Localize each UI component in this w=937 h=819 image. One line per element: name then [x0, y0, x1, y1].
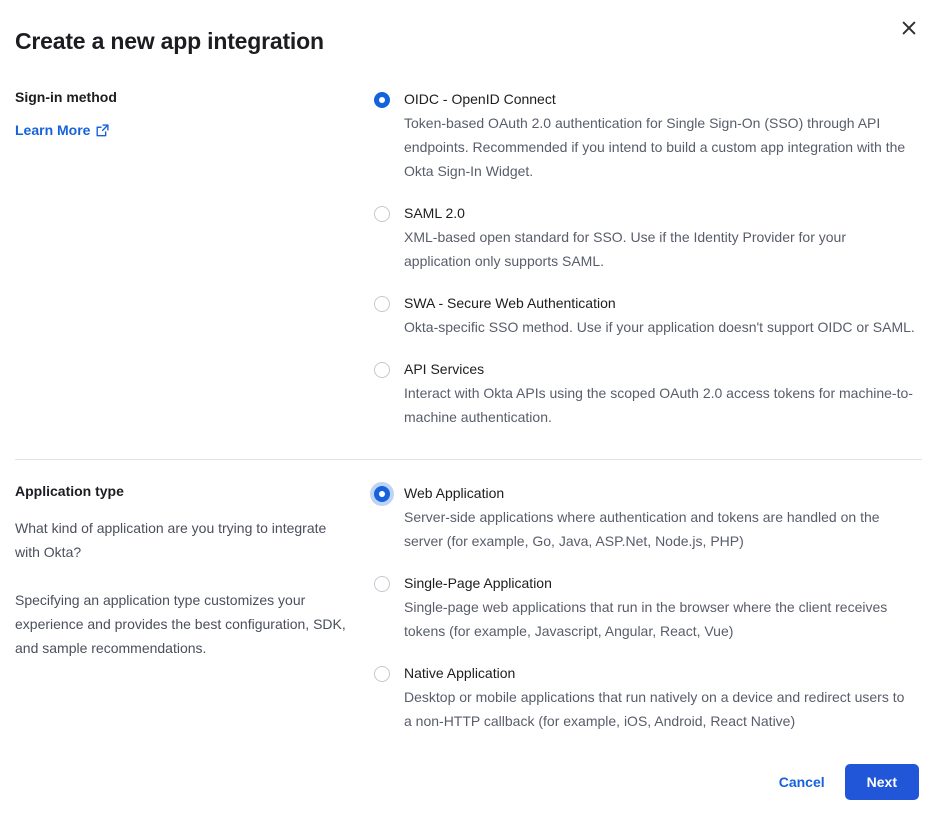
signin_method-option-title: SAML 2.0 [404, 205, 465, 221]
application-type-section: Application type What kind of applicatio… [0, 482, 937, 733]
signin_method-option[interactable]: SAML 2.0 XML-based open standard for SSO.… [374, 202, 922, 273]
signin_method-option-body: SAML 2.0 XML-based open standard for SSO.… [404, 202, 922, 273]
learn-more-link[interactable]: Learn More [15, 122, 110, 139]
application_type-radio[interactable] [374, 486, 390, 502]
application_type-option-description: Server-side applications where authentic… [404, 509, 880, 549]
application-type-options: Web Application Server-side applications … [374, 482, 922, 733]
signin_method-option-title: OIDC - OpenID Connect [404, 91, 556, 107]
signin-method-options: OIDC - OpenID Connect Token-based OAuth 2… [374, 88, 922, 429]
signin_method-option-description: Interact with Okta APIs using the scoped… [404, 385, 913, 425]
application_type-option[interactable]: Native Application Desktop or mobile appl… [374, 662, 922, 733]
signin-method-label: Sign-in method [15, 89, 117, 105]
application_type-radio[interactable] [374, 576, 390, 592]
signin_method-option-body: API Services Interact with Okta APIs usin… [404, 358, 922, 429]
dialog-footer: Cancel Next [0, 764, 937, 800]
signin_method-radio[interactable] [374, 296, 390, 312]
signin_method-radio[interactable] [374, 206, 390, 222]
application_type-option-body: Web Application Server-side applications … [404, 482, 922, 553]
application_type-option-body: Single-Page Application Single-page web a… [404, 572, 922, 643]
next-button[interactable]: Next [844, 764, 919, 800]
application_type-option-body: Native Application Desktop or mobile appl… [404, 662, 922, 733]
application_type-option-title: Single-Page Application [404, 575, 552, 591]
application_type-option-title: Native Application [404, 665, 516, 681]
application_type-option[interactable]: Web Application Server-side applications … [374, 482, 922, 553]
signin_method-radio[interactable] [374, 362, 390, 378]
learn-more-label: Learn More [15, 122, 91, 139]
application-type-label: Application type [15, 483, 124, 499]
application_type-radio[interactable] [374, 666, 390, 682]
application-type-paragraph: Specifying an application type customize… [15, 592, 346, 657]
signin_method-option-body: OIDC - OpenID Connect Token-based OAuth 2… [404, 88, 922, 183]
signin-method-section: Sign-in method Learn More OIDC - OpenID … [0, 88, 937, 429]
signin_method-option-description: Okta-specific SSO method. Use if your ap… [404, 319, 915, 335]
application_type-option-description: Desktop or mobile applications that run … [404, 689, 905, 729]
signin_method-option-body: SWA - Secure Web Authentication Okta-spec… [404, 292, 922, 339]
signin_method-option[interactable]: OIDC - OpenID Connect Token-based OAuth 2… [374, 88, 922, 183]
signin_method-option-title: SWA - Secure Web Authentication [404, 295, 616, 311]
close-icon[interactable] [895, 14, 923, 42]
signin_method-option-description: Token-based OAuth 2.0 authentication for… [404, 115, 906, 179]
create-app-integration-dialog: Create a new app integration Sign-in met… [0, 0, 937, 819]
application-type-left-column: Application type What kind of applicatio… [15, 482, 374, 733]
page-title: Create a new app integration [15, 28, 324, 54]
application_type-option-title: Web Application [404, 485, 505, 501]
application_type-option-description: Single-page web applications that run in… [404, 599, 888, 639]
external-link-icon [96, 124, 110, 137]
signin_method-option-description: XML-based open standard for SSO. Use if … [404, 229, 846, 269]
signin-method-left-column: Sign-in method Learn More [15, 88, 374, 429]
application_type-option[interactable]: Single-Page Application Single-page web a… [374, 572, 922, 643]
section-divider [15, 459, 922, 460]
cancel-button[interactable]: Cancel [773, 766, 831, 798]
application-type-paragraph: What kind of application are you trying … [15, 520, 327, 561]
signin_method-option-title: API Services [404, 361, 485, 377]
signin_method-radio[interactable] [374, 92, 390, 108]
signin_method-option[interactable]: SWA - Secure Web Authentication Okta-spec… [374, 292, 922, 339]
signin_method-option[interactable]: API Services Interact with Okta APIs usin… [374, 358, 922, 429]
